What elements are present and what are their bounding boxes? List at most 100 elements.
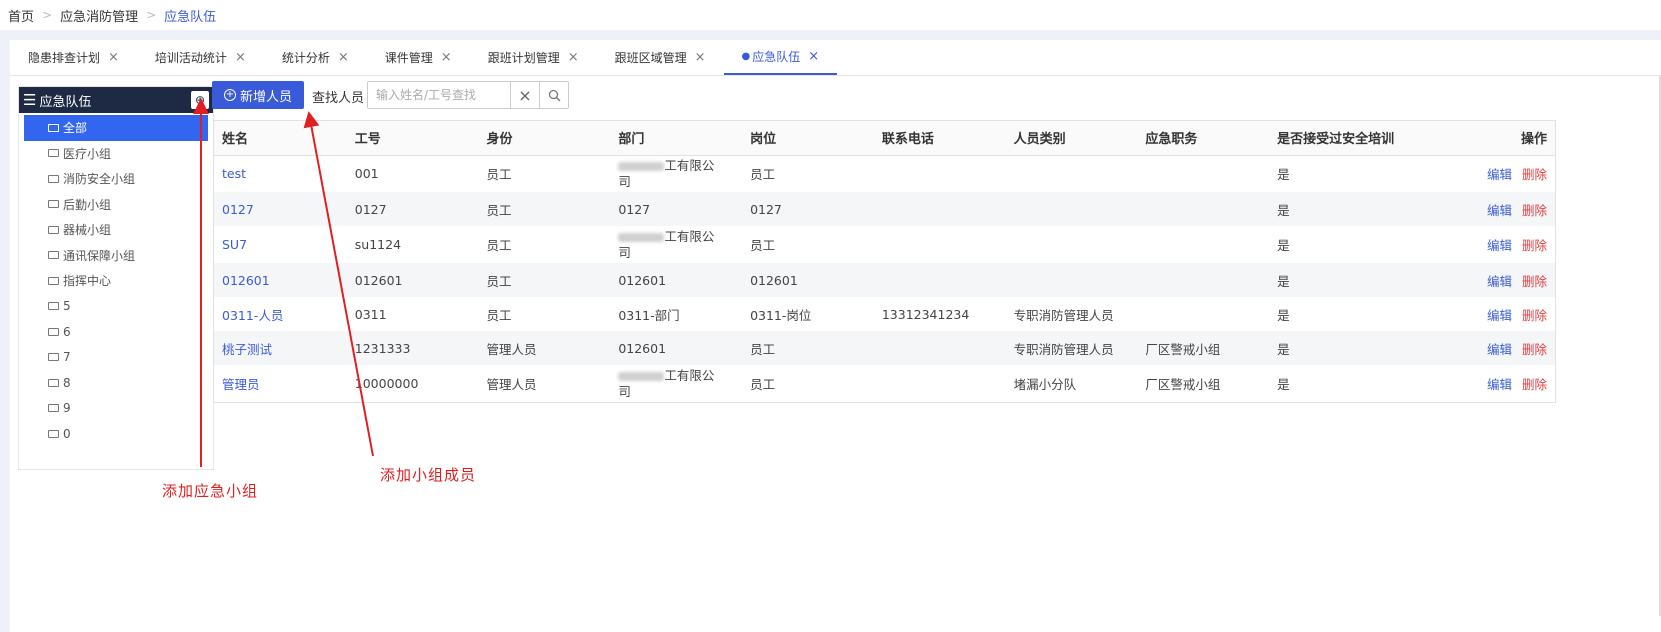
chevron-right-icon: > bbox=[42, 8, 53, 22]
column-header: 人员类别 bbox=[1005, 121, 1138, 156]
member-table: 姓名 工号 身份 部门 岗位 联系电话 人员类别 应急职务 是否接受过安全培训 … bbox=[213, 120, 1556, 403]
tab-training-stats[interactable]: 培训活动统计 × bbox=[137, 40, 264, 75]
tree-item-label: 指挥中心 bbox=[63, 274, 112, 289]
folder-icon bbox=[48, 225, 59, 234]
cell-post: 012601 bbox=[742, 263, 874, 297]
close-icon[interactable]: × bbox=[338, 50, 349, 65]
tree-item-0[interactable]: 0 bbox=[24, 421, 208, 447]
tree-item-label: 8 bbox=[63, 375, 71, 390]
breadcrumb-home[interactable]: 首页 bbox=[8, 6, 34, 25]
tree-item-label: 消防安全小组 bbox=[63, 172, 136, 187]
folder-icon bbox=[48, 302, 59, 311]
tab-label: 隐患排查计划 bbox=[28, 51, 101, 65]
tree-item-medical[interactable]: 医疗小组 bbox=[24, 141, 208, 167]
cell-phone bbox=[874, 226, 1006, 263]
add-group-button[interactable]: ⊕ bbox=[191, 91, 209, 109]
tree-item-9[interactable]: 9 bbox=[24, 396, 208, 422]
cell-post: 0311-岗位 bbox=[750, 307, 812, 323]
main-content: 隐患排查计划 × 培训活动统计 × 统计分析 × 课件管理 × 跟班计划管理 × 跟班区域… bbox=[10, 40, 1661, 632]
close-icon[interactable]: × bbox=[235, 50, 246, 65]
tree-item-label: 5 bbox=[63, 299, 71, 314]
tree-item-command[interactable]: 指挥中心 bbox=[24, 268, 208, 294]
breadcrumb-emergency-fire[interactable]: 应急消防管理 bbox=[60, 6, 138, 25]
cell-name[interactable]: 桃子测试 bbox=[214, 331, 347, 365]
tree-item-equipment[interactable]: 器械小组 bbox=[24, 217, 208, 243]
dept-text: 工有限公 bbox=[664, 367, 715, 383]
cell-category bbox=[1006, 155, 1138, 192]
cell-name[interactable]: SU7 bbox=[214, 226, 347, 263]
cell-duty bbox=[1137, 226, 1269, 263]
cell-role: 管理人员 bbox=[478, 331, 611, 365]
tab-shift-area[interactable]: 跟班区域管理 × bbox=[597, 40, 724, 75]
edit-link[interactable]: 编辑 bbox=[1487, 342, 1512, 357]
add-member-button[interactable]: + 新增人员 bbox=[212, 81, 304, 109]
cell-role: 管理人员 bbox=[486, 377, 537, 392]
column-header: 是否接受过安全培训 bbox=[1269, 121, 1401, 156]
tab-courseware[interactable]: 课件管理 × bbox=[367, 40, 470, 75]
cell-id: 0311 bbox=[354, 306, 387, 322]
cell-dept: 0311-部门 bbox=[618, 307, 680, 323]
tree-item-communication[interactable]: 通讯保障小组 bbox=[24, 243, 208, 269]
cell-category bbox=[1006, 226, 1138, 263]
edit-link[interactable]: 编辑 bbox=[1487, 308, 1512, 323]
edit-link[interactable]: 编辑 bbox=[1487, 377, 1512, 392]
tree-item-label: 器械小组 bbox=[63, 223, 112, 238]
clear-icon[interactable]: × bbox=[510, 82, 539, 108]
column-header: 应急职务 bbox=[1137, 121, 1270, 156]
edit-link[interactable]: 编辑 bbox=[1487, 203, 1512, 218]
dept-text: 司 bbox=[618, 383, 631, 399]
tree-item-5[interactable]: 5 bbox=[24, 294, 208, 320]
edit-link[interactable]: 编辑 bbox=[1487, 238, 1512, 253]
delete-link[interactable]: 删除 bbox=[1522, 238, 1547, 253]
close-icon[interactable]: × bbox=[808, 49, 819, 64]
tree-item-8[interactable]: 8 bbox=[24, 370, 208, 396]
tree-item-6[interactable]: 6 bbox=[24, 319, 208, 345]
tab-shift-plan[interactable]: 跟班计划管理 × bbox=[470, 40, 597, 75]
cell-name[interactable]: 管理员 bbox=[214, 365, 347, 402]
delete-link[interactable]: 删除 bbox=[1522, 342, 1547, 357]
edit-link[interactable]: 编辑 bbox=[1487, 274, 1512, 289]
tab-bar: 隐患排查计划 × 培训活动统计 × 统计分析 × 课件管理 × 跟班计划管理 × 跟班区域… bbox=[10, 40, 1661, 76]
table-row: test 001 员工 工有限公司员工是编辑 删除 bbox=[214, 155, 1555, 192]
close-icon[interactable]: × bbox=[695, 50, 706, 65]
delete-link[interactable]: 删除 bbox=[1522, 203, 1547, 218]
tree-item-7[interactable]: 7 bbox=[24, 345, 208, 371]
folder-icon bbox=[48, 123, 59, 132]
cell-name[interactable]: 0311-人员 bbox=[214, 297, 347, 331]
cell-phone bbox=[874, 365, 1006, 402]
close-icon[interactable]: × bbox=[568, 50, 579, 65]
table-row: 0127 0127 员工 0127 0127 是编辑 删除 bbox=[214, 192, 1555, 226]
table-row: 0311-人员 0311 员工 0311-部门 0311-岗位 13312341234 专职… bbox=[214, 297, 1555, 331]
column-header: 联系电话 bbox=[873, 121, 1006, 156]
redacted-text bbox=[618, 371, 665, 381]
search-icon[interactable] bbox=[539, 82, 568, 108]
delete-link[interactable]: 删除 bbox=[1522, 377, 1547, 392]
tab-hazard-plan[interactable]: 隐患排查计划 × bbox=[10, 40, 137, 75]
tab-label: 跟班区域管理 bbox=[614, 51, 687, 65]
dept-text: 司 bbox=[618, 244, 631, 260]
tree-item-fire-safety[interactable]: 消防安全小组 bbox=[24, 166, 208, 192]
folder-icon bbox=[48, 276, 59, 285]
tree-item-all[interactable]: 全部 bbox=[24, 115, 208, 141]
search-box: × bbox=[367, 81, 569, 109]
tab-emergency-team[interactable]: ● 应急队伍 × bbox=[723, 40, 838, 75]
cell-category: 堵漏小分队 bbox=[1013, 377, 1077, 392]
delete-link[interactable]: 删除 bbox=[1522, 274, 1547, 289]
close-icon[interactable]: × bbox=[441, 50, 452, 65]
tree-item-label: 医疗小组 bbox=[63, 146, 112, 161]
edit-link[interactable]: 编辑 bbox=[1487, 167, 1512, 182]
cell-trained: 是 bbox=[1269, 331, 1401, 365]
cell-id: 0127 bbox=[346, 192, 479, 226]
delete-link[interactable]: 删除 bbox=[1522, 167, 1547, 182]
cell-actions: 编辑 删除 bbox=[1400, 331, 1555, 365]
tree-item-logistics[interactable]: 后勤小组 bbox=[24, 192, 208, 218]
cell-name[interactable]: 012601 bbox=[214, 263, 347, 297]
search-input[interactable] bbox=[368, 82, 510, 108]
breadcrumb-current: 应急队伍 bbox=[164, 9, 217, 25]
cell-name[interactable]: 0127 bbox=[214, 192, 347, 226]
tab-statistics[interactable]: 统计分析 × bbox=[264, 40, 367, 75]
delete-link[interactable]: 删除 bbox=[1522, 308, 1547, 323]
cell-name[interactable]: test bbox=[214, 155, 347, 192]
close-icon[interactable]: × bbox=[108, 50, 119, 65]
folder-icon bbox=[48, 251, 59, 260]
